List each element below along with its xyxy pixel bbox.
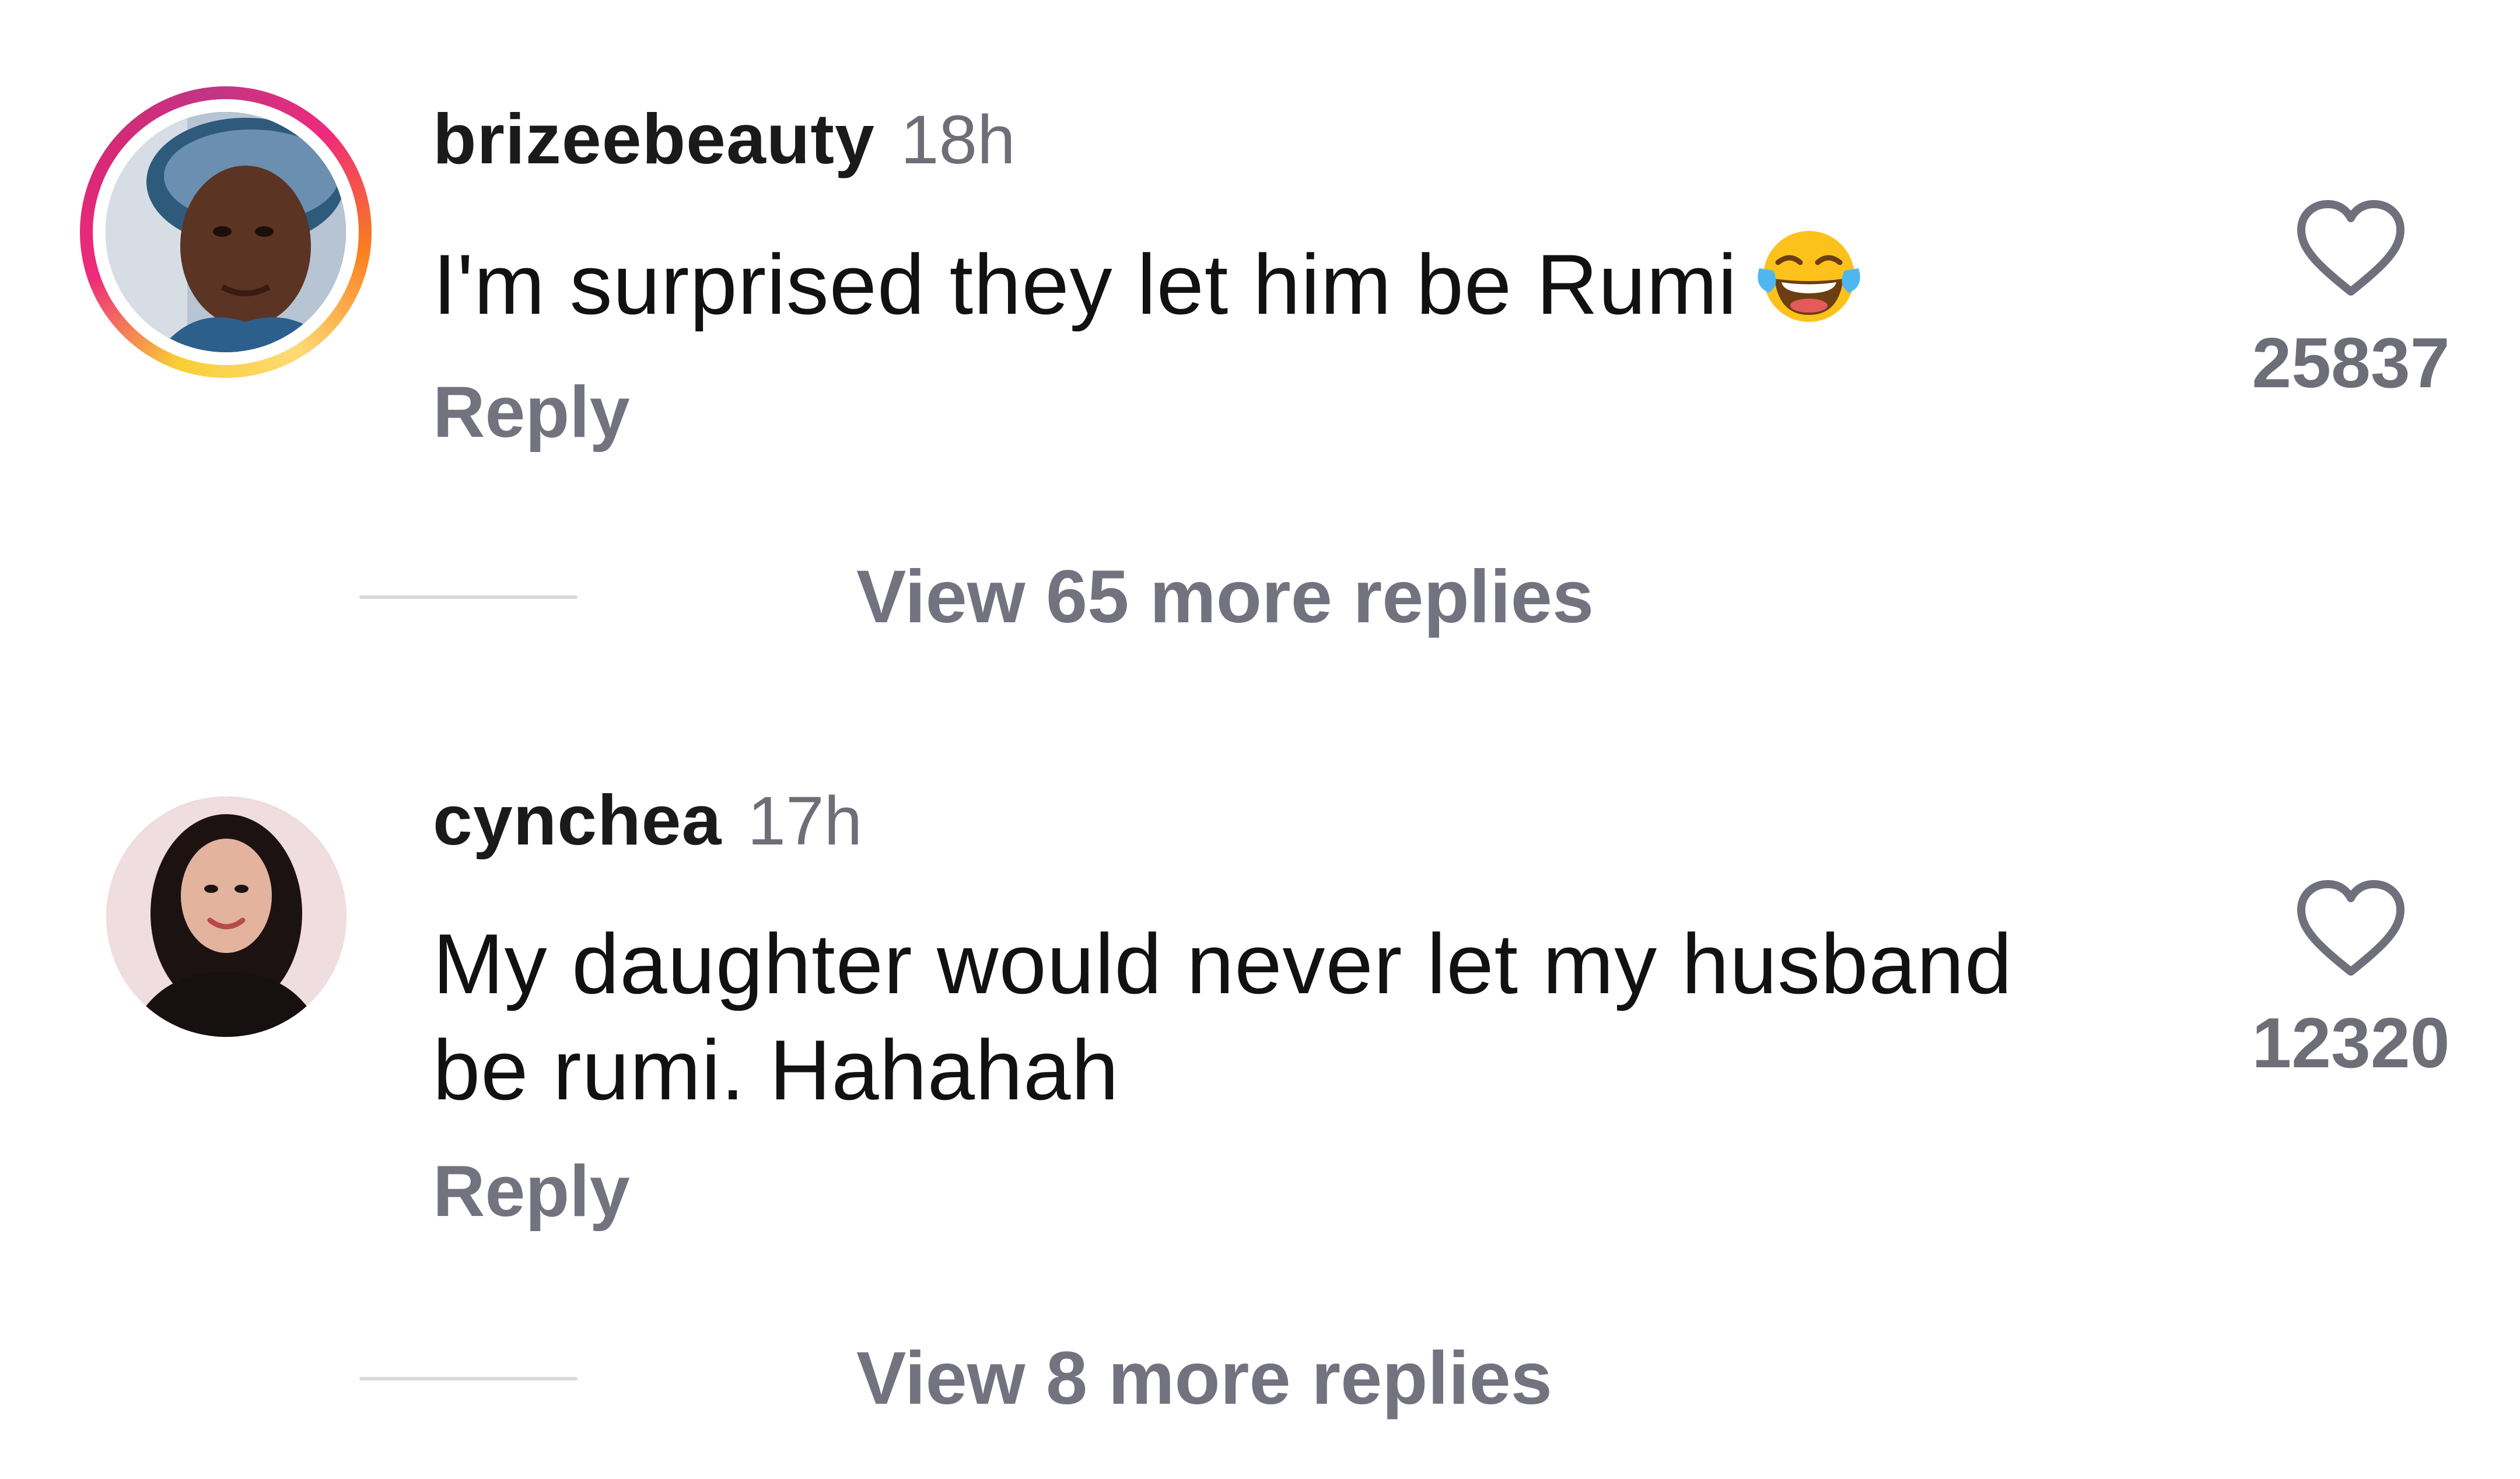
- comment-text: I'm surprised they let him be Rumi: [433, 227, 2066, 338]
- timestamp: 18h: [900, 101, 1016, 178]
- view-more-replies-button[interactable]: View 8 more replies: [359, 1336, 1552, 1421]
- face-with-tears-of-joy-icon: [1758, 231, 1861, 322]
- username[interactable]: brizeebeauty: [433, 98, 875, 180]
- like-count: 12320: [2252, 1003, 2450, 1082]
- heart-outline-icon[interactable]: [2295, 878, 2406, 979]
- like-column: 25837: [2205, 198, 2497, 404]
- avatar-story-ring[interactable]: [80, 86, 372, 378]
- view-more-replies-button[interactable]: View 65 more replies: [359, 554, 1594, 640]
- comment-item: brizeebeauty 18h I'm surprised they let …: [0, 0, 2520, 688]
- like-count: 25837: [2252, 323, 2450, 402]
- timestamp: 17h: [747, 783, 863, 860]
- view-more-replies-label: View 65 more replies: [856, 555, 1594, 639]
- comment-text: My daughter would never let my husband b…: [433, 911, 2066, 1123]
- avatar-image: [106, 797, 346, 1037]
- reply-button[interactable]: Reply: [433, 371, 630, 454]
- comment-header: cynchea 17h: [433, 779, 862, 860]
- comment-body: My daughter would never let my husband b…: [433, 916, 2013, 1117]
- view-more-replies-label: View 8 more replies: [856, 1337, 1552, 1420]
- comment-body: I'm surprised they let him be Rumi: [433, 237, 1738, 332]
- avatar[interactable]: [106, 797, 346, 1037]
- heart-outline-icon[interactable]: [2295, 198, 2406, 299]
- avatar-image: [106, 112, 346, 352]
- reply-button[interactable]: Reply: [433, 1150, 630, 1233]
- like-column: 12320: [2205, 878, 2497, 1084]
- comment-header: brizeebeauty 18h: [433, 98, 1016, 178]
- replies-divider: [359, 1376, 578, 1380]
- comment-item: cynchea 17h My daughter would never let …: [0, 741, 2520, 1479]
- avatar[interactable]: [106, 112, 346, 352]
- replies-divider: [359, 595, 578, 599]
- username[interactable]: cynchea: [433, 779, 722, 861]
